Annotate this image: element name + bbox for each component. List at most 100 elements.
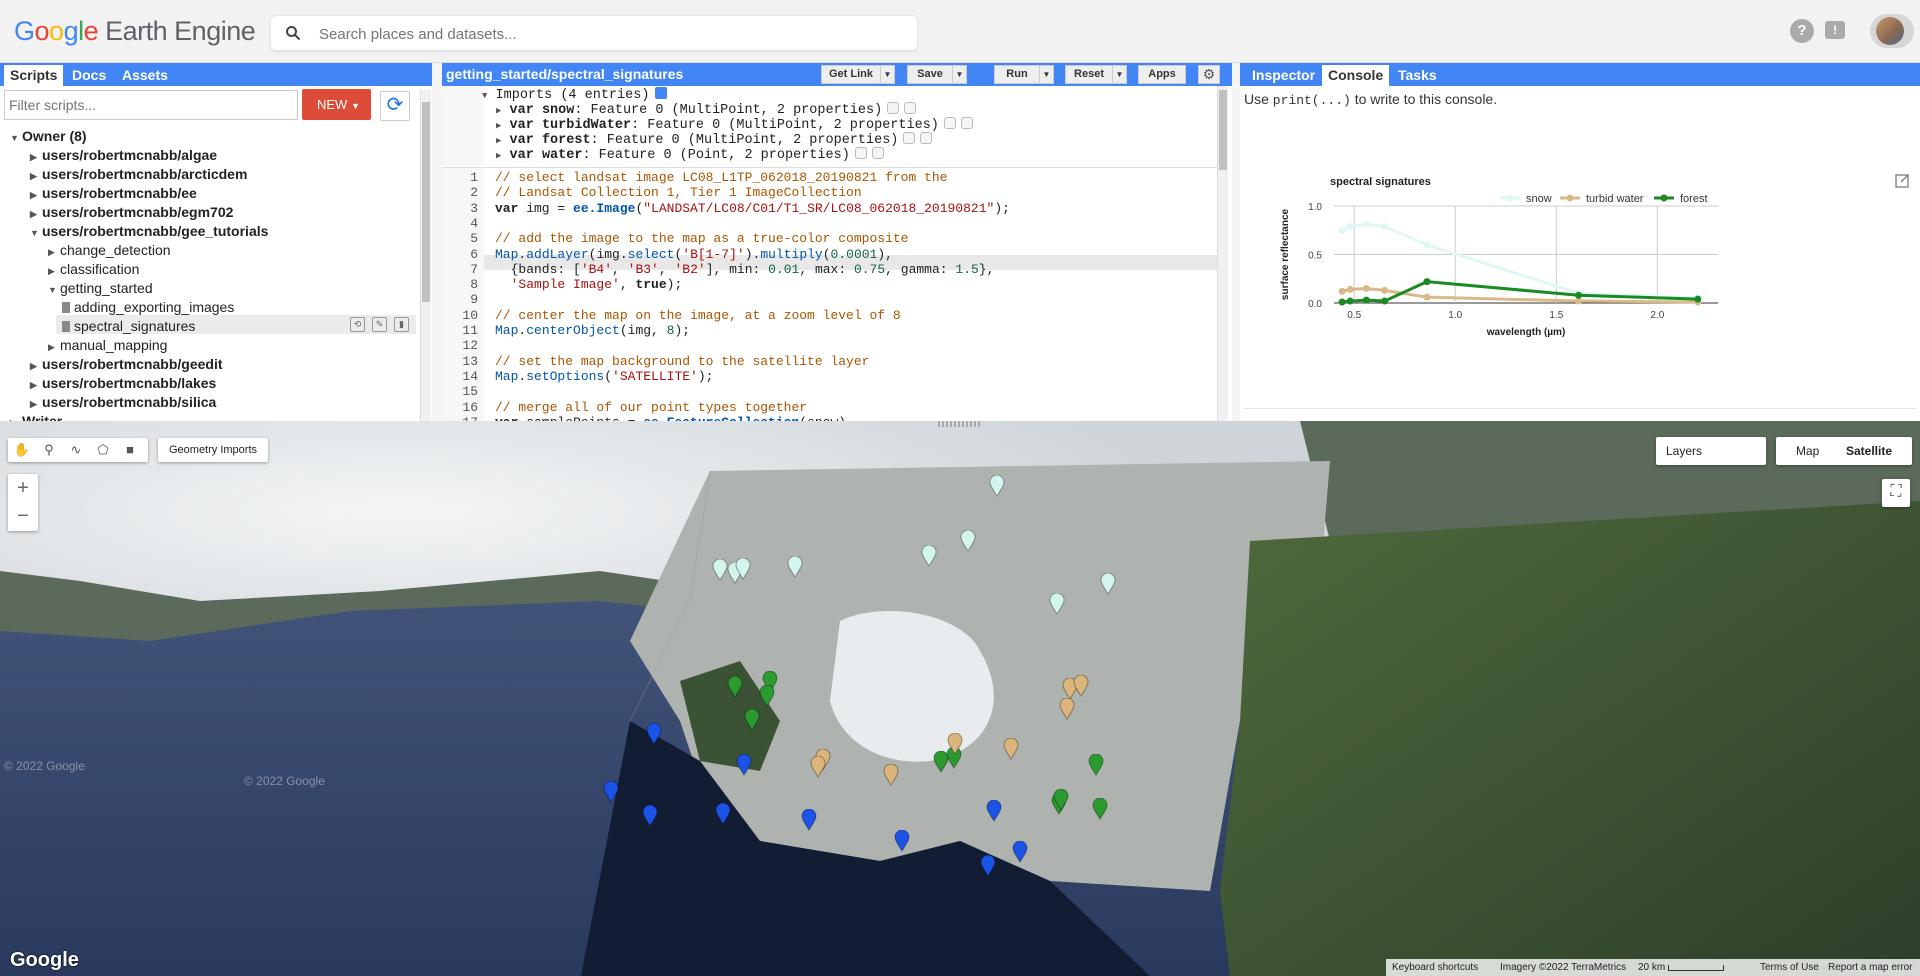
import-color-icon[interactable] xyxy=(904,102,917,114)
forest-marker-icon[interactable] xyxy=(727,675,743,698)
panel-divider-right[interactable] xyxy=(1232,63,1240,421)
script-folder[interactable]: ▶ users/robertmcnabb/lakes xyxy=(30,374,216,393)
import-settings-icon[interactable] xyxy=(903,132,916,144)
water-marker-icon[interactable] xyxy=(986,799,1002,822)
forest-marker-icon[interactable] xyxy=(1088,753,1104,776)
expanded-arrow-icon[interactable]: ▼ xyxy=(10,129,22,148)
import-entry[interactable]: ▶ var forest: Feature 0 (MultiPoint, 2 p… xyxy=(496,132,933,148)
import-settings-icon[interactable] xyxy=(887,102,900,114)
scrollbar-thumb[interactable] xyxy=(1219,90,1227,170)
script-folder[interactable]: ▶ users/robertmcnabb/ee xyxy=(30,184,197,203)
script-folder[interactable]: ▼ users/robertmcnabb/gee_tutorials xyxy=(30,222,268,241)
turbid-marker-icon[interactable] xyxy=(1073,674,1089,697)
feedback-icon[interactable]: ! xyxy=(1825,21,1845,39)
snow-marker-icon[interactable] xyxy=(1100,572,1116,595)
import-entry[interactable]: ▶ var turbidWater: Feature 0 (MultiPoint… xyxy=(496,117,973,133)
code-line[interactable]: // select landsat image LC08_L1TP_062018… xyxy=(495,170,947,185)
zoom-in-button[interactable]: + xyxy=(8,474,38,502)
keyboard-shortcuts-link[interactable]: Keyboard shortcuts xyxy=(1392,959,1478,976)
reset-button[interactable]: Reset ▼ xyxy=(1065,65,1127,84)
code-line[interactable]: // set the map background to the satelli… xyxy=(495,354,869,369)
script-folder[interactable]: ▶ change_detection xyxy=(48,241,171,260)
script-folder[interactable]: ▶ users/robertmcnabb/arcticdem xyxy=(30,165,247,184)
forest-marker-icon[interactable] xyxy=(1053,788,1069,811)
script-file[interactable]: spectral_signatures xyxy=(62,317,195,336)
turbid-marker-icon[interactable] xyxy=(1059,697,1075,720)
import-entry[interactable]: ▶ var water: Feature 0 (Point, 2 propert… xyxy=(496,147,884,163)
water-marker-icon[interactable] xyxy=(894,829,910,852)
script-folder[interactable]: ▶ users/robertmcnabb/silica xyxy=(30,393,216,412)
new-button[interactable]: NEW ▼ xyxy=(302,89,371,120)
help-icon[interactable]: ? xyxy=(1790,19,1814,43)
snow-marker-icon[interactable] xyxy=(735,557,751,580)
rename-icon[interactable]: ✎ xyxy=(372,317,387,332)
filter-scripts-input[interactable] xyxy=(5,91,297,119)
snow-marker-icon[interactable] xyxy=(712,558,728,581)
imports-header[interactable]: ▼ Imports (4 entries) xyxy=(482,87,668,103)
turbid-marker-icon[interactable] xyxy=(1003,737,1019,760)
import-settings-icon[interactable] xyxy=(943,117,956,129)
editor-scrollbar[interactable] xyxy=(1217,86,1228,421)
import-color-icon[interactable] xyxy=(871,147,884,159)
expand-arrow-icon[interactable]: ▶ xyxy=(496,151,501,161)
code-line[interactable]: 'Sample Image', true); xyxy=(495,277,683,292)
code-line[interactable]: Map.setOptions('SATELLITE'); xyxy=(495,369,713,384)
water-marker-icon[interactable] xyxy=(736,753,752,776)
code-line[interactable]: // merge all of our point types together xyxy=(495,400,807,415)
refresh-icon[interactable]: ⟳ xyxy=(380,91,410,121)
tab-docs[interactable]: Docs xyxy=(66,65,112,86)
code-line[interactable]: // add the image to the map as a true-co… xyxy=(495,231,908,246)
zoom-out-button[interactable]: − xyxy=(8,502,38,530)
script-folder[interactable]: ▶ users/robertmcnabb/egm702 xyxy=(30,203,233,222)
code-line[interactable]: // center the map on the image, at a zoo… xyxy=(495,308,901,323)
report-error-link[interactable]: Report a map error xyxy=(1828,959,1912,976)
code-line[interactable]: var img = ee.Image("LANDSAT/LC08/C01/T1_… xyxy=(495,201,1010,216)
import-color-icon[interactable] xyxy=(960,117,973,129)
terms-link[interactable]: Terms of Use xyxy=(1760,959,1819,976)
code-line[interactable]: Map.addLayer(img.select('B[1-7]').multip… xyxy=(495,247,893,262)
map-resize-handle[interactable] xyxy=(938,421,982,427)
snow-marker-icon[interactable] xyxy=(787,555,803,578)
map-view[interactable]: © 2022 Google © 2022 Google ✋ ⚲ ∿ ⬠ ■ Ge… xyxy=(0,421,1920,976)
script-folder[interactable]: ▶ users/robertmcnabb/algae xyxy=(30,146,217,165)
apps-button[interactable]: Apps xyxy=(1138,65,1186,84)
tab-tasks[interactable]: Tasks xyxy=(1392,65,1443,86)
dropdown-arrow-icon[interactable]: ▼ xyxy=(952,66,966,83)
line-icon[interactable]: ∿ xyxy=(65,440,87,460)
water-marker-icon[interactable] xyxy=(603,780,619,803)
earth-engine-logo[interactable]: Google Earth Engine xyxy=(14,16,256,47)
script-folder[interactable]: ▶ users/robertmcnabb/geedit xyxy=(30,355,223,374)
script-folder[interactable]: ▼ getting_started xyxy=(48,279,153,298)
water-marker-icon[interactable] xyxy=(1012,840,1028,863)
script-file[interactable]: adding_exporting_images xyxy=(62,298,234,317)
expand-arrow-icon[interactable]: ▶ xyxy=(496,106,501,116)
expand-arrow-icon[interactable]: ▶ xyxy=(496,136,501,146)
forest-marker-icon[interactable] xyxy=(744,708,760,731)
turbid-marker-icon[interactable] xyxy=(810,755,826,778)
snow-marker-icon[interactable] xyxy=(960,529,976,552)
fullscreen-icon[interactable]: ⛶ xyxy=(1882,479,1910,507)
water-marker-icon[interactable] xyxy=(646,722,662,745)
water-marker-icon[interactable] xyxy=(801,808,817,831)
collapsed-arrow-icon[interactable]: ▶ xyxy=(10,414,22,421)
expand-arrow-icon[interactable]: ▶ xyxy=(496,121,501,131)
dropdown-arrow-icon[interactable]: ▼ xyxy=(880,66,894,83)
delete-icon[interactable]: ▮ xyxy=(394,317,409,332)
dropdown-arrow-icon[interactable]: ▼ xyxy=(1039,66,1053,83)
save-button[interactable]: Save ▼ xyxy=(907,65,967,84)
hand-icon[interactable]: ✋ xyxy=(11,440,33,460)
forest-marker-icon[interactable] xyxy=(1092,797,1108,820)
filter-scripts-box[interactable] xyxy=(4,90,298,120)
geometry-imports-button[interactable]: Geometry Imports xyxy=(158,438,268,462)
polygon-icon[interactable]: ⬠ xyxy=(92,440,114,460)
tab-inspector[interactable]: Inspector xyxy=(1246,65,1321,86)
snow-marker-icon[interactable] xyxy=(1049,592,1065,615)
map-type-satellite[interactable]: Satellite xyxy=(1846,437,1892,465)
script-folder[interactable]: ▼ Owner (8) xyxy=(10,127,87,146)
dropdown-arrow-icon[interactable]: ▼ xyxy=(1112,66,1126,83)
script-folder[interactable]: ▶ classification xyxy=(48,260,139,279)
account-avatar[interactable] xyxy=(1870,14,1914,48)
turbid-marker-icon[interactable] xyxy=(947,732,963,755)
import-settings-icon[interactable] xyxy=(854,147,867,159)
code-line[interactable]: // Landsat Collection 1, Tier 1 ImageCol… xyxy=(495,185,862,200)
